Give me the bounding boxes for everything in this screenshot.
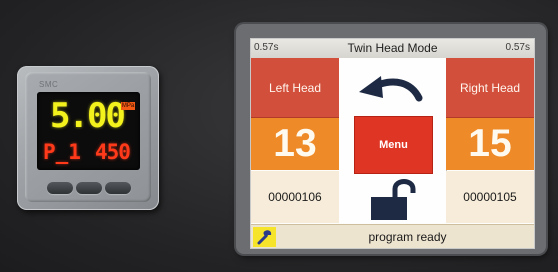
right-head-count: 15 xyxy=(446,118,534,170)
left-head-button[interactable]: Left Head xyxy=(251,58,339,118)
status-message: program ready xyxy=(368,230,447,244)
right-head-serial: 00000105 xyxy=(446,171,534,223)
gauge-face: SMC 5.00 MPa P_1 450 xyxy=(25,72,151,202)
title-bar: 0.57s Twin Head Mode 0.57s xyxy=(251,39,534,59)
lock-button[interactable] xyxy=(365,177,425,221)
back-button[interactable] xyxy=(339,58,446,117)
pressure-gauge: SMC 5.00 MPa P_1 450 xyxy=(17,66,159,210)
gauge-program-label: P_1 xyxy=(43,140,81,164)
gauge-unit-badge: MPa xyxy=(121,102,135,110)
menu-button[interactable]: Menu xyxy=(354,116,433,174)
mode-title: Twin Head Mode xyxy=(347,41,438,55)
status-bar: program ready xyxy=(251,224,534,248)
right-head-column: Right Head 15 00000105 xyxy=(446,58,534,223)
touch-screen: 0.57s Twin Head Mode 0.57s Left Head 13 … xyxy=(250,38,535,249)
settings-button[interactable] xyxy=(253,227,276,247)
gauge-display: 5.00 MPa P_1 450 xyxy=(37,92,140,170)
left-head-column: Left Head 13 00000106 xyxy=(251,58,339,223)
left-head-count: 13 xyxy=(251,118,339,170)
gauge-button-middle[interactable] xyxy=(76,182,102,194)
gauge-button-left[interactable] xyxy=(47,182,73,194)
wrench-icon xyxy=(257,230,272,245)
gauge-set-value: 450 xyxy=(95,140,131,164)
gauge-brand: SMC xyxy=(39,80,59,89)
gauge-button-right[interactable] xyxy=(105,182,131,194)
left-head-serial: 00000106 xyxy=(251,171,339,223)
right-head-button[interactable]: Right Head xyxy=(446,58,534,118)
curved-arrow-left-icon xyxy=(359,76,423,102)
unlocked-padlock-icon xyxy=(371,179,416,220)
gauge-main-value: 5.00 xyxy=(50,96,126,136)
timer-right: 0.57s xyxy=(505,42,530,53)
center-column: Menu xyxy=(339,58,446,223)
